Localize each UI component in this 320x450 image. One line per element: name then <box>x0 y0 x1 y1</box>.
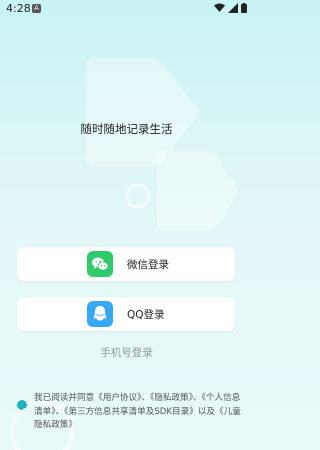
separator: 、 <box>141 393 151 403</box>
separator: 以及 <box>197 406 216 417</box>
app-tagline: 随时随地记录生活 <box>80 122 173 136</box>
wifi-icon <box>214 3 225 12</box>
status-bar: 4:28 A <box>0 0 253 18</box>
third-party-sharing-link[interactable]: 《第三方信息共享清单及SDK目录》 <box>64 407 198 417</box>
wechat-icon <box>87 251 113 277</box>
signal-icon <box>228 3 238 13</box>
wechat-login-button[interactable]: 微信登录 <box>17 247 235 281</box>
agreement-checkbox[interactable] <box>17 400 27 413</box>
phone-login-link[interactable]: 手机号登录 <box>0 345 253 360</box>
separator: 、 <box>193 393 202 403</box>
user-agreement-link[interactable]: 《用户协议》 <box>94 393 141 403</box>
battery-icon <box>241 3 247 13</box>
agreement-prefix: 我已阅读并同意 <box>34 393 95 403</box>
status-icons <box>214 3 247 13</box>
separator: 、 <box>55 406 65 417</box>
qq-icon <box>87 301 113 327</box>
qq-login-button[interactable]: QQ登录 <box>17 297 235 331</box>
privacy-policy-link[interactable]: 《隐私政策》 <box>150 393 193 403</box>
notification-icon: A <box>32 4 41 13</box>
qq-login-label: QQ登录 <box>127 309 165 321</box>
status-time: 4:28 <box>6 2 31 15</box>
agreement-text: 我已阅读并同意《用户协议》、《隐私政策》、《个人信息清单》、《第三方信息共享清单… <box>34 392 246 433</box>
background-decoration <box>9 58 238 450</box>
wechat-login-label: 微信登录 <box>127 259 169 271</box>
